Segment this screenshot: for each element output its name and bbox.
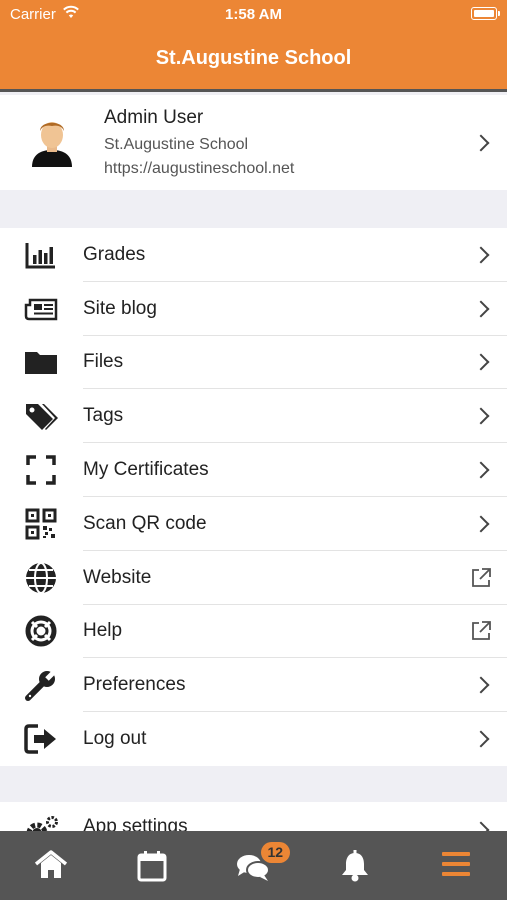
user-profile-card[interactable]: Admin User St.Augustine School https://a… bbox=[0, 95, 507, 190]
chevron-right-icon bbox=[472, 353, 490, 371]
menu-item-log-out[interactable]: Log out bbox=[0, 712, 507, 766]
messages-badge: 12 bbox=[260, 842, 290, 863]
tab-notifications[interactable] bbox=[304, 831, 405, 900]
menu-item-label: Grades bbox=[83, 243, 146, 265]
menu-item-files[interactable]: Files bbox=[0, 336, 507, 390]
menu-item-label: Log out bbox=[83, 728, 147, 750]
external-link-icon bbox=[472, 621, 491, 641]
wrench-icon bbox=[25, 668, 58, 702]
menu-item-label: Site blog bbox=[83, 297, 157, 319]
menu-item-label: Website bbox=[83, 566, 152, 588]
logout-icon bbox=[24, 724, 56, 754]
bottom-tab-bar: 12 bbox=[0, 831, 507, 900]
menu-item-label: Tags bbox=[83, 405, 124, 427]
newspaper-icon bbox=[24, 298, 58, 320]
globe-icon bbox=[26, 561, 56, 594]
chevron-right-icon bbox=[472, 134, 490, 152]
chevron-right-icon bbox=[472, 246, 490, 264]
certificate-frame-icon bbox=[26, 455, 56, 485]
tags-icon bbox=[26, 404, 58, 431]
external-link-icon bbox=[472, 567, 491, 587]
menu-item-grades[interactable]: Grades bbox=[0, 228, 507, 282]
chevron-right-icon bbox=[472, 730, 490, 748]
chevron-right-icon bbox=[472, 407, 490, 425]
app-header: Carrier 1:58 AM St.Augustine School bbox=[0, 0, 507, 92]
status-bar: Carrier 1:58 AM bbox=[0, 0, 507, 28]
chevron-right-icon bbox=[472, 676, 490, 694]
tab-home[interactable] bbox=[0, 831, 101, 900]
menu-item-tags[interactable]: Tags bbox=[0, 389, 507, 444]
menu-item-label: Files bbox=[83, 351, 124, 373]
menu-item-label: Preferences bbox=[83, 674, 186, 696]
menu-item-my-certificates[interactable]: My Certificates bbox=[0, 443, 507, 497]
avatar bbox=[32, 122, 72, 167]
profile-name: Admin User bbox=[104, 107, 204, 128]
profile-site-name: St.Augustine School bbox=[104, 136, 249, 153]
chevron-right-icon bbox=[472, 461, 490, 479]
menu-item-label: Help bbox=[83, 620, 123, 642]
calendar-icon bbox=[137, 851, 167, 882]
menu-item-help[interactable]: Help bbox=[0, 605, 507, 659]
chevron-right-icon bbox=[472, 300, 490, 318]
menu-item-website[interactable]: Website bbox=[0, 551, 507, 605]
chevron-right-icon bbox=[472, 515, 490, 533]
profile-site-url: https://augustineschool.net bbox=[104, 160, 295, 177]
hamburger-menu-icon bbox=[442, 852, 471, 876]
menu-item-site-blog[interactable]: Site blog bbox=[0, 282, 507, 336]
lifebuoy-icon bbox=[25, 615, 57, 647]
folder-icon bbox=[25, 352, 57, 375]
menu-item-label: My Certificates bbox=[83, 459, 209, 481]
grades-chart-icon bbox=[25, 242, 55, 269]
tab-calendar[interactable] bbox=[101, 831, 202, 900]
bell-icon bbox=[341, 850, 368, 882]
main-menu-list: Grades Site blog Files Tags My Certifica… bbox=[0, 228, 507, 766]
status-time: 1:58 AM bbox=[225, 6, 282, 23]
menu-item-scan-qr-code[interactable]: Scan QR code bbox=[0, 497, 507, 551]
menu-item-preferences[interactable]: Preferences bbox=[0, 658, 507, 713]
menu-item-label: Scan QR code bbox=[83, 512, 207, 534]
page-title: St.Augustine School bbox=[155, 47, 352, 69]
battery-icon bbox=[471, 7, 500, 20]
qr-code-icon bbox=[25, 508, 57, 540]
tab-messages[interactable]: 12 bbox=[203, 831, 304, 900]
tab-more[interactable] bbox=[406, 831, 507, 900]
home-icon bbox=[34, 850, 67, 878]
